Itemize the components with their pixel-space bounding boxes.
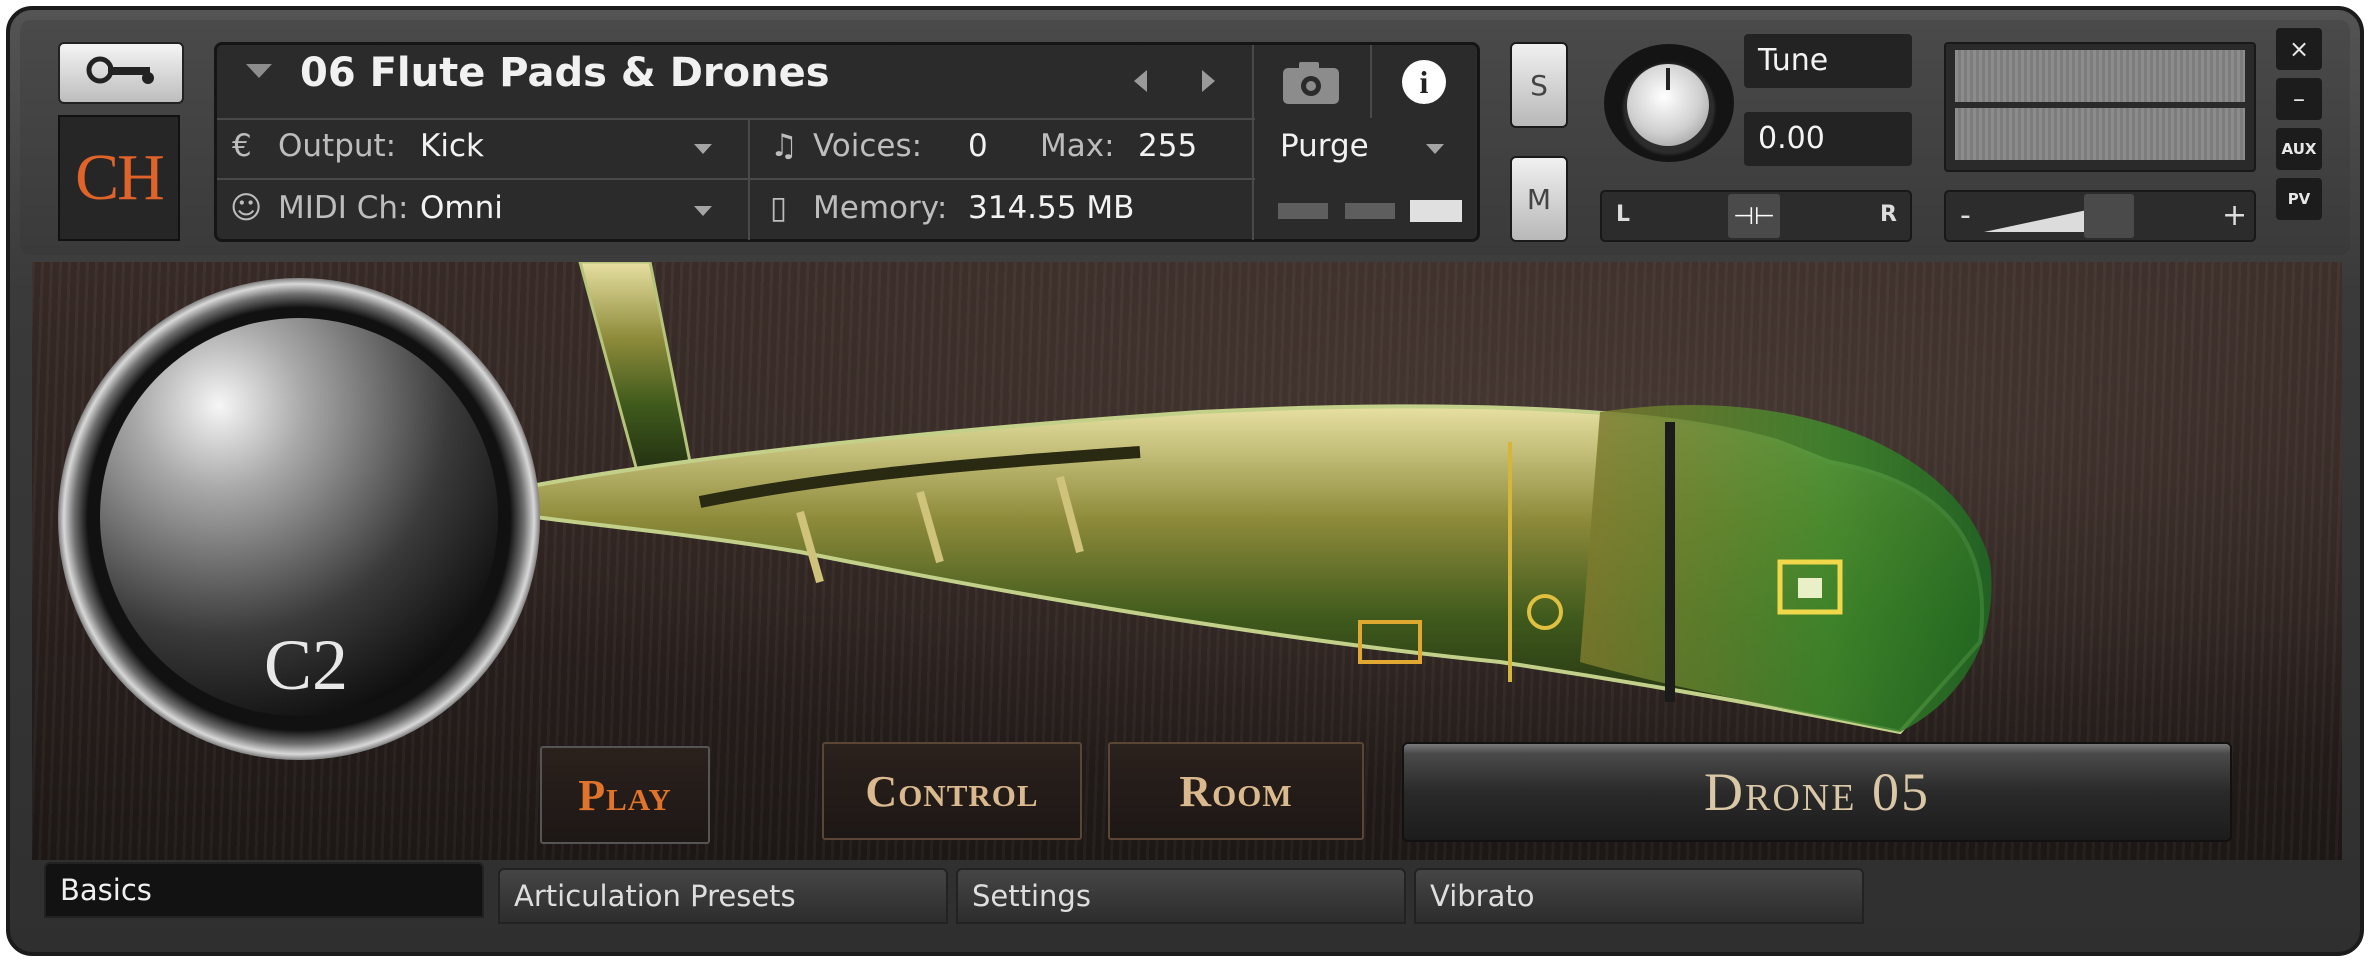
tune-value[interactable]: 0.00 (1744, 112, 1912, 166)
output-icon: € (232, 128, 252, 164)
purge-menu[interactable]: Purge (1280, 128, 1369, 164)
pan-right-label: R (1880, 202, 1897, 227)
purge-indicator (1278, 203, 1328, 219)
divider (748, 120, 750, 240)
pv-button[interactable]: PV (2276, 178, 2322, 220)
max-voices-value[interactable]: 255 (1138, 128, 1197, 164)
output-dropdown-icon[interactable] (694, 144, 712, 154)
note-label: C2 (263, 625, 349, 705)
purge-indicator-active (1410, 200, 1462, 222)
divider (1370, 45, 1372, 118)
midi-channel-value[interactable]: Omni (420, 190, 503, 226)
room-page-label: Room (1179, 766, 1293, 816)
midi-icon: ☺ (230, 190, 263, 226)
voices-label: Voices: (813, 128, 923, 164)
output-label: Output: (278, 128, 397, 164)
purge-dropdown-icon[interactable] (1426, 144, 1444, 154)
tab-basics[interactable]: Basics (44, 862, 484, 918)
minimize-button[interactable]: – (2276, 78, 2322, 120)
tab-vibrato[interactable]: Vibrato (1414, 868, 1864, 924)
room-page-button[interactable]: Room (1108, 742, 1364, 840)
instrument-name[interactable]: 06 Flute Pads & Drones (300, 50, 830, 96)
meter-right-channel (1955, 108, 2245, 160)
voices-value: 0 (968, 128, 988, 164)
output-value[interactable]: Kick (420, 128, 484, 164)
control-page-label: Control (865, 766, 1039, 816)
library-logo: CH (58, 115, 180, 241)
midi-channel-label: MIDI Ch: (278, 190, 409, 226)
previous-instrument-icon[interactable] (1134, 70, 1147, 92)
info-icon[interactable]: i (1402, 60, 1446, 104)
pan-handle[interactable]: ⊣⊢ (1728, 194, 1780, 238)
play-page-button[interactable]: Play (540, 746, 710, 844)
memory-value: 314.55 MB (968, 190, 1135, 226)
volume-minus[interactable]: - (1960, 198, 1971, 233)
wrench-icon (86, 56, 154, 84)
mute-button[interactable]: M (1510, 156, 1568, 242)
camera-icon (1283, 62, 1339, 104)
tune-knob-indicator (1666, 68, 1670, 90)
meter-left-channel (1955, 50, 2245, 102)
memory-label: Memory: (813, 190, 948, 226)
instrument-menu-arrow-icon[interactable] (246, 64, 272, 78)
edit-instrument-button[interactable] (58, 42, 184, 104)
purge-indicator (1345, 203, 1395, 219)
aux-button[interactable]: AUX (2276, 128, 2322, 170)
tab-articulation-presets[interactable]: Articulation Presets (498, 868, 948, 924)
play-page-label: Play (578, 770, 672, 820)
close-button[interactable]: × (2276, 28, 2322, 70)
control-page-button[interactable]: Control (822, 742, 1082, 840)
next-instrument-icon[interactable] (1202, 70, 1215, 92)
solo-button[interactable]: S (1510, 42, 1568, 128)
voices-icon: ♫ (770, 128, 798, 164)
snapshot-button[interactable] (1253, 42, 1369, 120)
divider (217, 118, 1255, 120)
volume-handle[interactable] (2084, 194, 2134, 238)
max-voices-label: Max: (1040, 128, 1115, 164)
flute-artwork (500, 262, 1992, 735)
pan-left-label: L (1616, 202, 1631, 227)
tune-label: Tune (1744, 34, 1912, 88)
midi-dropdown-icon[interactable] (694, 206, 712, 216)
preset-display[interactable]: Drone 05 (1402, 742, 2232, 842)
memory-icon: ▯ (770, 190, 788, 226)
volume-plus[interactable]: + (2222, 198, 2247, 233)
tab-settings[interactable]: Settings (956, 868, 1406, 924)
divider (217, 178, 1255, 180)
